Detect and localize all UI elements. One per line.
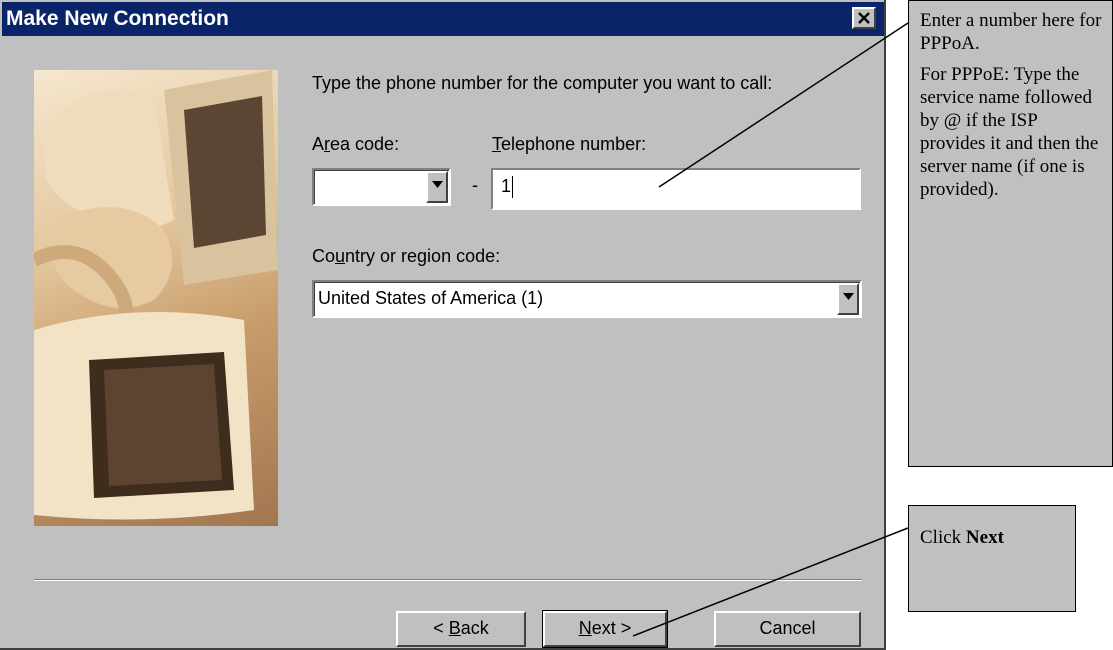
pointer-line-next — [632, 527, 909, 637]
callout-pointer-lines — [632, 22, 909, 637]
pointer-line-telephone — [658, 22, 909, 188]
